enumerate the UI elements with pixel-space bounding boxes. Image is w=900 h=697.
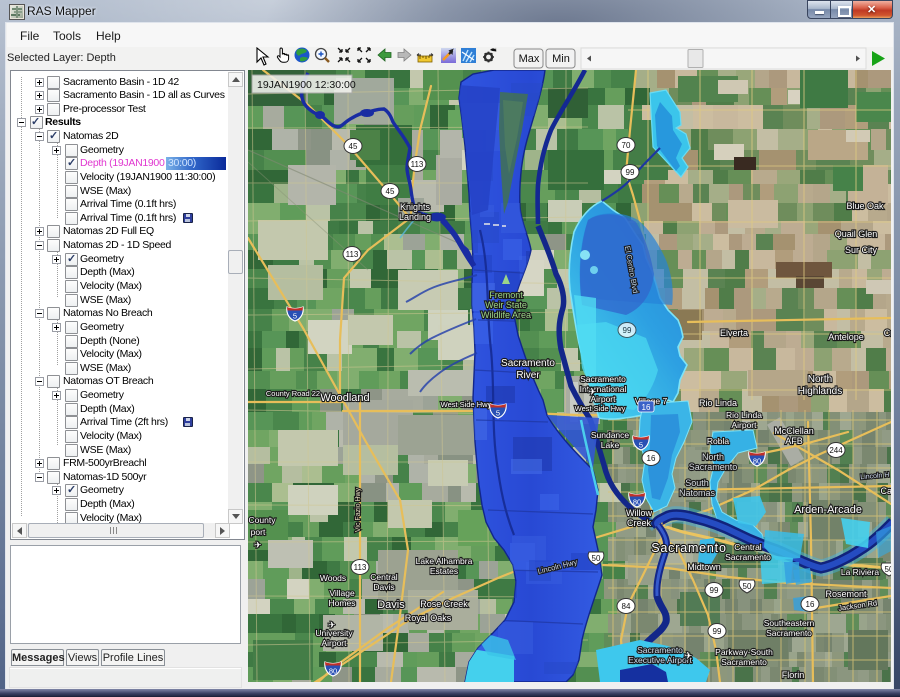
svg-text:70: 70 — [622, 141, 631, 150]
svg-text:Sacramento: Sacramento — [689, 462, 738, 472]
svg-text:84: 84 — [622, 602, 631, 611]
svg-text:Rio Linda: Rio Linda — [726, 410, 762, 420]
svg-text:50: 50 — [743, 582, 752, 591]
svg-text:Rose Creek: Rose Creek — [420, 599, 468, 609]
svg-text:Willow: Willow — [626, 508, 652, 518]
svg-text:16: 16 — [806, 600, 815, 609]
svg-text:113: 113 — [411, 160, 424, 169]
svg-text:Wildlife Area: Wildlife Area — [481, 310, 531, 320]
svg-text:Executive Airport: Executive Airport — [628, 655, 692, 665]
svg-text:Knights: Knights — [400, 202, 431, 212]
svg-text:Woods: Woods — [320, 573, 346, 583]
svg-text:Davis: Davis — [373, 582, 394, 592]
svg-text:Central: Central — [734, 542, 762, 552]
svg-text:5: 5 — [293, 312, 297, 321]
svg-text:Village: Village — [329, 588, 355, 598]
svg-text:Sacramento: Sacramento — [766, 628, 812, 638]
svg-text:45: 45 — [349, 142, 358, 151]
svg-text:Midtown: Midtown — [687, 562, 721, 572]
svg-text:Arden-Arcade: Arden-Arcade — [794, 504, 862, 516]
svg-text:Fremont: Fremont — [489, 290, 523, 300]
svg-text:Elverta: Elverta — [720, 328, 748, 338]
svg-text:Lake: Lake — [601, 440, 620, 450]
svg-text:Weir State: Weir State — [485, 300, 527, 310]
svg-text:Lake Alhambra: Lake Alhambra — [416, 556, 473, 566]
svg-text:Min: Min — [552, 53, 570, 65]
svg-text:80: 80 — [329, 667, 337, 676]
svg-text:✈: ✈ — [588, 387, 596, 398]
svg-text:McClellan: McClellan — [774, 426, 814, 436]
svg-text:45: 45 — [386, 187, 395, 196]
svg-text:County: County — [249, 515, 277, 525]
svg-text:19JAN1900 12:30:00: 19JAN1900 12:30:00 — [257, 79, 356, 91]
svg-text:Blue Oak: Blue Oak — [846, 201, 884, 211]
svg-text:Sacramento: Sacramento — [501, 358, 555, 369]
svg-text:Max: Max — [519, 53, 540, 65]
svg-text:Southeastern: Southeastern — [764, 618, 815, 628]
svg-text:River: River — [516, 370, 540, 381]
svg-text:Sur City: Sur City — [845, 245, 878, 255]
svg-text:AFB: AFB — [785, 436, 803, 446]
svg-text:Sacramento: Sacramento — [637, 645, 683, 655]
svg-text:Airport: Airport — [731, 420, 757, 430]
svg-text:Rosemont: Rosemont — [825, 589, 867, 599]
svg-text:Airport: Airport — [321, 638, 347, 648]
svg-text:Central: Central — [370, 572, 398, 582]
svg-text:Landing: Landing — [399, 212, 431, 222]
svg-text:Parkway-South: Parkway-South — [715, 647, 773, 657]
svg-text:Creek: Creek — [627, 518, 652, 528]
svg-text:244: 244 — [829, 446, 843, 455]
svg-text:Rio Linda: Rio Linda — [699, 398, 737, 408]
svg-text:Florin: Florin — [782, 670, 805, 680]
svg-text:Vic Fazio Hwy: Vic Fazio Hwy — [355, 487, 362, 532]
svg-text:113: 113 — [346, 250, 359, 259]
svg-text:International: International — [580, 384, 627, 394]
svg-text:113: 113 — [354, 563, 367, 572]
svg-text:Woodland: Woodland — [320, 392, 369, 404]
svg-text:80: 80 — [753, 457, 761, 466]
svg-text:Sacramento: Sacramento — [725, 552, 771, 562]
svg-text:5: 5 — [496, 409, 500, 418]
svg-text:99: 99 — [710, 586, 719, 595]
svg-text:Estates: Estates — [430, 566, 458, 576]
svg-text:Cre: Cre — [884, 328, 891, 338]
svg-text:99: 99 — [626, 168, 635, 177]
svg-text:Highlands: Highlands — [798, 386, 842, 397]
svg-text:Natomas: Natomas — [679, 488, 716, 498]
svg-text:West Side Hwy: West Side Hwy — [575, 404, 626, 413]
svg-text:Robla: Robla — [707, 436, 729, 446]
svg-text:16: 16 — [642, 403, 651, 412]
svg-text:port: port — [251, 527, 266, 537]
svg-text:Homes: Homes — [329, 598, 356, 608]
svg-text:✈: ✈ — [684, 651, 692, 662]
svg-text:Davis: Davis — [377, 599, 405, 611]
svg-text:80: 80 — [633, 498, 641, 507]
svg-text:County Road 22: County Road 22 — [266, 389, 320, 398]
svg-text:South: South — [685, 478, 709, 488]
svg-text:5: 5 — [639, 441, 643, 450]
svg-text:50: 50 — [592, 554, 601, 563]
svg-text:Sacramento: Sacramento — [580, 374, 626, 384]
svg-text:✈: ✈ — [254, 540, 262, 550]
svg-text:Royal Oaks: Royal Oaks — [405, 613, 452, 623]
svg-text:North: North — [702, 452, 724, 462]
svg-text:Cami: Cami — [880, 486, 891, 496]
svg-text:Antelope: Antelope — [828, 332, 864, 342]
svg-text:North: North — [808, 374, 832, 385]
svg-text:50: 50 — [885, 565, 891, 574]
svg-text:16: 16 — [647, 454, 656, 463]
svg-text:La Riviera: La Riviera — [841, 567, 880, 577]
svg-text:Quail Glen: Quail Glen — [835, 229, 878, 239]
svg-text:✈: ✈ — [328, 620, 336, 630]
svg-text:99: 99 — [623, 326, 632, 335]
svg-text:Sacramento: Sacramento — [721, 657, 767, 667]
svg-text:Sundance: Sundance — [591, 430, 630, 440]
svg-text:West Side Hwy: West Side Hwy — [441, 400, 492, 409]
svg-text:Sacramento: Sacramento — [651, 541, 726, 555]
svg-text:99: 99 — [713, 627, 722, 636]
